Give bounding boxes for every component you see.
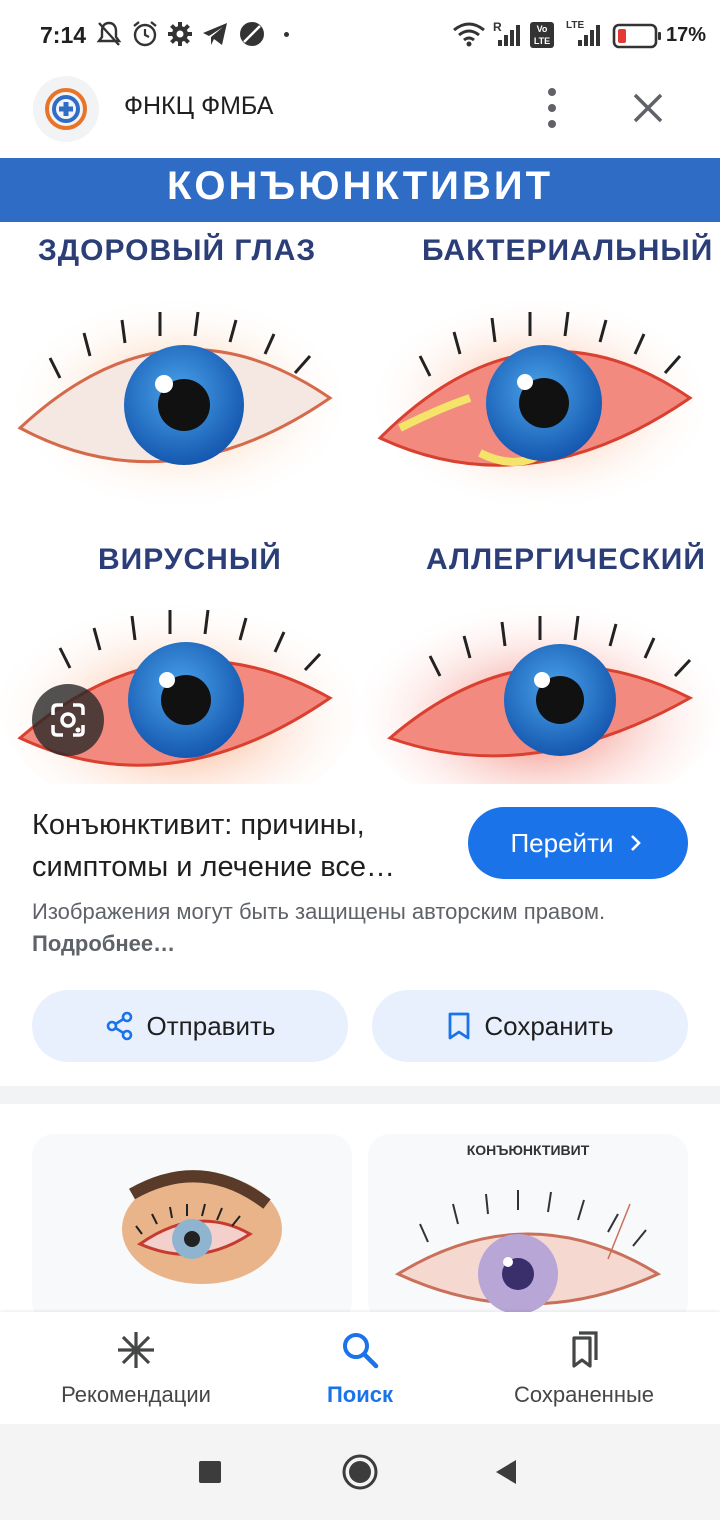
alarm-icon (133, 21, 157, 47)
more-notifications-dot (284, 32, 289, 37)
saved-icon (572, 1331, 598, 1368)
back-button[interactable] (492, 1457, 522, 1487)
copyright-text: Изображения могут быть защищены авторски… (32, 899, 606, 924)
bookmark-icon (448, 1012, 470, 1040)
recents-button[interactable] (199, 1461, 221, 1483)
image-banner: КОНЪЮНКТИВИТ (0, 158, 720, 222)
status-time: 7:14 (40, 22, 87, 48)
visit-button[interactable]: Перейти (468, 807, 688, 879)
related-image-caption: КОНЪЮНКТИВИТ (466, 1142, 590, 1158)
share-button[interactable]: Отправить (32, 990, 348, 1062)
image-banner-title: КОНЪЮНКТИВИТ (167, 164, 553, 208)
healthy-eye-illustration (5, 293, 355, 513)
visit-button-label: Перейти (510, 827, 614, 858)
copyright-notice: Изображения могут быть защищены авторски… (32, 896, 672, 960)
related-image-card[interactable] (32, 1134, 352, 1324)
app-header: ФНКЦ ФМБА (0, 72, 720, 160)
nav-item-search[interactable]: Поиск (240, 1312, 480, 1424)
system-navigation-bar (0, 1424, 720, 1520)
site-logo[interactable] (33, 76, 99, 142)
app-icon (240, 22, 264, 46)
main-image[interactable]: КОНЪЮНКТИВИТ ЗДОРОВЫЙ ГЛАЗ БАКТЕРИАЛЬНЫЙ… (0, 158, 720, 784)
nav-label-saved: Сохраненные (513, 1382, 655, 1407)
label-healthy-eye: ЗДОРОВЫЙ ГЛАЗ (38, 234, 317, 267)
bell-off-icon (96, 21, 122, 46)
discover-icon (118, 1332, 154, 1368)
signal-2-icon (578, 25, 600, 46)
signal-icon (498, 25, 520, 46)
telegram-icon (203, 23, 227, 45)
close-icon[interactable] (624, 84, 672, 132)
google-lens-icon (51, 703, 85, 737)
wifi-icon (453, 22, 485, 47)
nav-item-saved[interactable]: Сохраненные (464, 1312, 704, 1424)
battery-percent: 17% (666, 24, 707, 46)
lens-search-button[interactable] (32, 684, 104, 756)
section-divider (0, 1086, 720, 1104)
related-eye-thumbnail (122, 1170, 282, 1284)
battery-icon (612, 23, 661, 49)
search-icon (343, 1333, 379, 1369)
chevron-right-icon (630, 835, 641, 851)
more-options-icon[interactable] (532, 82, 572, 134)
bacterial-eye-illustration (365, 293, 715, 513)
status-bar: 7:14 R Vo LTE LTE 17% (0, 0, 720, 72)
volte-badge: Vo LTE (530, 22, 554, 48)
nav-item-discover[interactable]: Рекомендации (16, 1312, 256, 1424)
nav-label-discover: Рекомендации (61, 1382, 211, 1407)
related-image-card[interactable]: КОНЪЮНКТИВИТ (368, 1134, 688, 1324)
medical-logo-icon (45, 88, 87, 130)
share-icon (106, 1011, 132, 1041)
label-bacterial: БАКТЕРИАЛЬНЫЙ (422, 234, 714, 267)
save-label: Сохранить (484, 1010, 614, 1041)
bottom-navigation: Рекомендации Поиск Сохраненные (0, 1312, 720, 1424)
site-title[interactable]: ФНКЦ ФМБА (124, 92, 273, 121)
nav-label-search: Поиск (326, 1382, 394, 1407)
save-button[interactable]: Сохранить (372, 990, 688, 1062)
label-viral: ВИРУСНЫЙ (98, 543, 282, 576)
label-allergic: АЛЛЕРГИЧЕСКИЙ (426, 543, 706, 576)
related-eye-diagram-thumbnail (394, 1190, 662, 1314)
allergic-eye-illustration (360, 598, 720, 784)
share-label: Отправить (146, 1010, 276, 1041)
home-button[interactable] (340, 1452, 380, 1492)
settings-icon (168, 22, 192, 46)
result-title[interactable]: Конъюнктивит: причины, симптомы и лечени… (32, 804, 452, 888)
learn-more-link[interactable]: Подробнее… (32, 931, 175, 956)
